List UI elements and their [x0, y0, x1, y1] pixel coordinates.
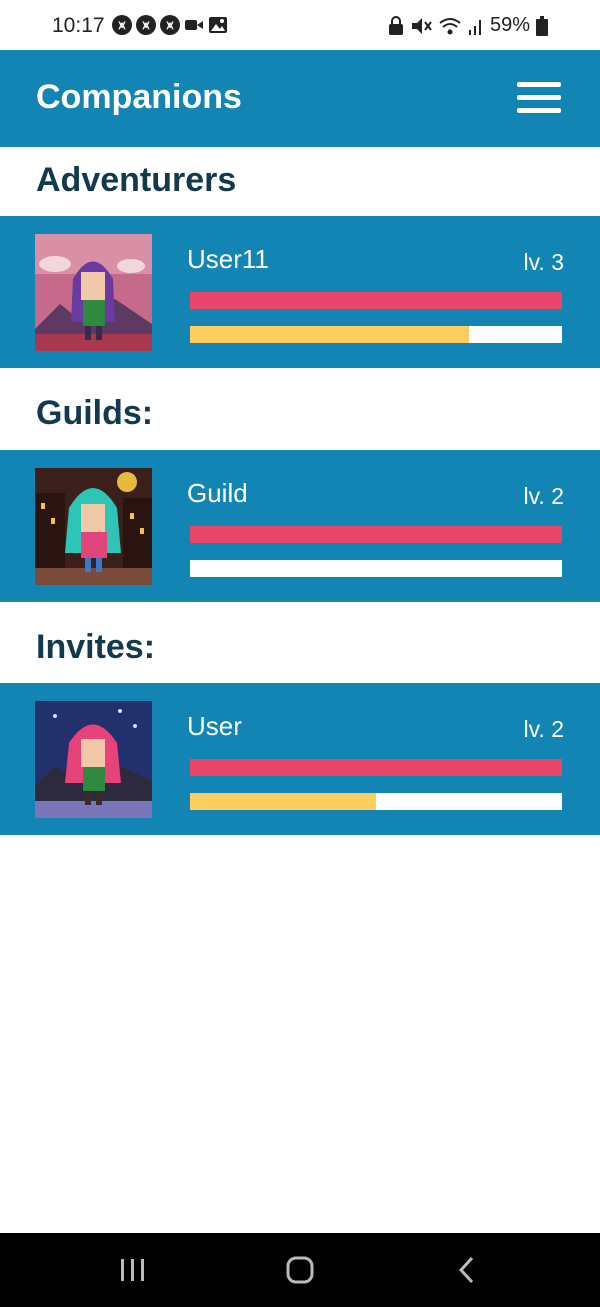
- experience-bar: [190, 326, 562, 343]
- avatar: [35, 468, 152, 585]
- image-icon: [209, 17, 227, 33]
- status-time: 10:17: [52, 14, 105, 37]
- companion-card-guild[interactable]: Guild lv. 2: [0, 450, 600, 602]
- health-bar: [190, 526, 562, 543]
- back-icon[interactable]: [448, 1255, 488, 1285]
- companion-name: User11: [187, 244, 269, 274]
- battery-icon: [536, 15, 548, 36]
- avatar: [35, 234, 152, 351]
- lock-icon: [388, 15, 403, 35]
- section-title-adventurers: Adventurers: [36, 161, 237, 199]
- companion-level: lv. 2: [523, 483, 564, 509]
- companion-name: User: [187, 711, 242, 741]
- health-bar: [190, 292, 562, 309]
- battery-percent: 59%: [489, 14, 530, 36]
- section-title-guilds: Guilds:: [36, 394, 154, 432]
- page-title: Companions: [36, 78, 242, 116]
- companion-card-invite[interactable]: User lv. 2: [0, 683, 600, 835]
- health-bar: [190, 759, 562, 776]
- companion-level: lv. 3: [523, 249, 564, 275]
- experience-bar: [190, 560, 562, 577]
- signal-icon: [468, 19, 481, 35]
- video-icon: [185, 20, 203, 30]
- mute-icon: [411, 17, 432, 34]
- app-notification-icon: ⩙: [136, 15, 156, 35]
- notification-icons: ⩙ ⩙ ⩙: [112, 15, 228, 35]
- app-header: Companions: [0, 50, 600, 147]
- experience-bar: [190, 793, 562, 810]
- companion-card-adventurer[interactable]: User11 lv. 3: [0, 216, 600, 368]
- avatar: [35, 701, 152, 818]
- wifi-icon: [439, 17, 461, 34]
- app-notification-icon: ⩙: [112, 15, 132, 35]
- system-nav-bar: [0, 1233, 600, 1307]
- companion-level: lv. 2: [523, 716, 564, 742]
- experience-bar-fill: [190, 326, 469, 343]
- system-icons: 59%: [388, 14, 548, 37]
- status-bar: 10:17 ⩙ ⩙ ⩙ 59%: [0, 0, 600, 50]
- hamburger-menu-icon[interactable]: [517, 82, 561, 114]
- section-title-invites: Invites:: [36, 628, 156, 666]
- home-icon[interactable]: [280, 1255, 320, 1285]
- app-notification-icon: ⩙: [160, 15, 180, 35]
- experience-bar-fill: [190, 793, 376, 810]
- companion-name: Guild: [187, 478, 248, 508]
- recent-apps-icon[interactable]: [112, 1255, 152, 1285]
